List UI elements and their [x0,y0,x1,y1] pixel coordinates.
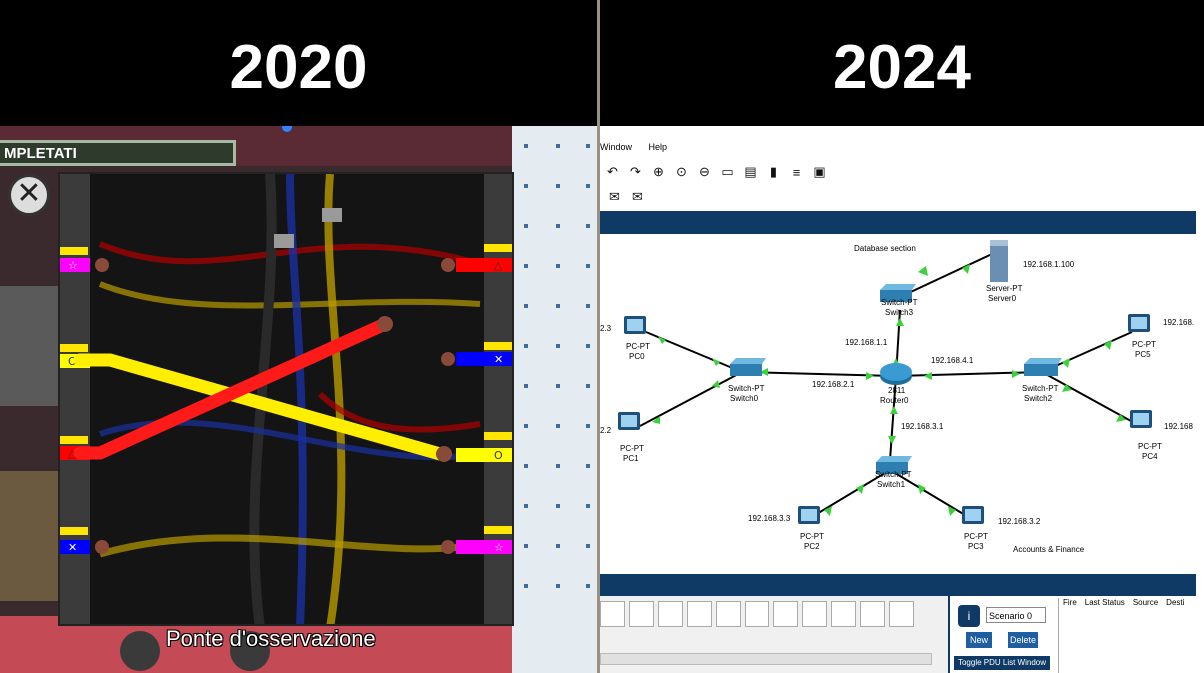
pc0-name-label: PC0 [629,352,645,361]
pc1-type-label: PC-PT [620,444,644,453]
menu-window[interactable]: Window [600,142,632,152]
new-scenario-button[interactable]: New [966,632,992,648]
ip-2-1-label: 192.168.2.1 [812,380,855,389]
switch3-name-label: Switch3 [885,308,914,317]
panel-2024: 2024 Window Help ↶ ↷ ⊕ ⊙ ⊖ ▭ ▤ ▮ ≡ ▣ ✉ ✉ [600,0,1204,673]
router-model-label: 2811 [888,386,906,395]
year-2024-heading: 2024 [600,0,1204,126]
secondary-toolbar: ✉ ✉ [606,188,646,205]
pc1-name-label: PC1 [623,454,639,463]
pc2-name-label: PC2 [804,542,820,551]
svg-text:O: O [494,449,503,462]
accounts-finance-label: Accounts & Finance [1013,545,1085,554]
simulation-panel: i Scenario 0 New Delete Toggle PDU List … [948,596,1196,673]
switch0-type-label: Switch-PT [728,384,765,393]
router-name-label: Router0 [880,396,909,405]
switch1-name-label: Switch1 [877,480,906,489]
network-workspace[interactable]: Database section Accounts & Finance 192.… [600,234,1196,564]
pc1-ip-label: 2.2 [600,426,612,435]
pc4-type-label: PC-PT [1138,442,1162,451]
svg-text:☆: ☆ [494,541,504,554]
switch2-name-label: Switch2 [1024,394,1053,403]
window-icon[interactable]: ▭ [719,164,736,181]
pc4-name-label: PC4 [1142,452,1158,461]
delete-scenario-button[interactable]: Delete [1008,632,1038,648]
server-name-label: Server0 [988,294,1017,303]
scenario-select[interactable]: Scenario 0 [986,607,1046,623]
server-type-label: Server-PT [986,284,1023,293]
straight-cable-icon[interactable] [657,601,683,627]
zoom-in-icon[interactable]: ⊕ [650,164,667,181]
palette-icon[interactable]: ≡ [788,164,805,181]
year-2020-heading: 2020 [0,0,597,126]
wire-board: ☆ O △ ✕ △ ✕ O ☆ [58,172,514,626]
svg-text:✕: ✕ [68,541,77,554]
header-fire: Fire [1063,598,1077,607]
pc5-name-label: PC5 [1135,350,1151,359]
bottom-panel: i Scenario 0 New Delete Toggle PDU List … [600,596,1196,673]
switch2-type-label: Switch-PT [1022,384,1059,393]
coax-cable-icon[interactable] [773,601,799,627]
pc4-ip-label: 192.168 [1164,422,1193,431]
pc3-type-label: PC-PT [964,532,988,541]
switch1-type-label: Switch-PT [875,470,912,479]
zoom-reset-icon[interactable]: ⊙ [673,164,690,181]
close-task-button[interactable]: ✕ [8,174,50,216]
pc5-ip-label: 192.168. [1163,318,1195,327]
mail-icon[interactable]: ✉ [606,188,623,205]
open-mail-icon[interactable]: ✉ [629,188,646,205]
list-icon[interactable]: ▤ [742,164,759,181]
console-cable-icon[interactable] [628,601,654,627]
panel-2020: 2020 MPLETATI ✕ ☆ O △ ✕ △ ✕ O ☆ Ponte d'… [0,0,597,673]
ip-1-1-label: 192.168.1.1 [845,338,888,347]
svg-text:✕: ✕ [494,353,503,366]
tasks-progress-bar: MPLETATI [0,140,236,166]
room-name-label: Ponte d'osservazione [166,626,376,651]
doc-icon[interactable]: ▮ [765,164,782,181]
connection-palette [600,601,914,629]
ip-3-1-label: 192.168.3.1 [901,422,944,431]
main-toolbar: ↶ ↷ ⊕ ⊙ ⊖ ▭ ▤ ▮ ≡ ▣ [604,160,828,184]
database-section-label: Database section [854,244,916,253]
svg-text:☆: ☆ [68,259,78,272]
image-icon[interactable]: ▣ [811,164,828,181]
pc2-type-label: PC-PT [800,532,824,541]
workspace-header-band [600,211,1196,234]
pc0-type-label: PC-PT [626,342,650,351]
pc0-ip-label: 2.3 [600,324,612,333]
iot-cable-icon[interactable] [889,601,914,627]
pc3-ip-label: 192.168.3.2 [998,517,1041,526]
auto-connect-icon[interactable] [600,601,625,627]
wire-board-art: ☆ O △ ✕ △ ✕ O ☆ [60,174,512,624]
palette-scrollbar[interactable] [600,653,932,665]
redo-icon[interactable]: ↷ [627,164,644,181]
header-source: Source [1132,598,1159,607]
serial-dce-icon[interactable] [802,601,828,627]
undo-icon[interactable]: ↶ [604,164,621,181]
octal-cable-icon[interactable] [860,601,886,627]
wiring-task-screen: MPLETATI ✕ ☆ O △ ✕ △ ✕ O ☆ Ponte d'osser… [0,126,597,673]
menu-bar: Window Help [600,142,681,152]
fiber-cable-icon[interactable] [715,601,741,627]
device-panel-band [600,574,1196,596]
info-icon[interactable]: i [958,605,980,627]
phone-cable-icon[interactable] [744,601,770,627]
zoom-out-icon[interactable]: ⊖ [696,164,713,181]
header-last-status: Last Status [1084,598,1125,607]
cross-cable-icon[interactable] [686,601,712,627]
menu-help[interactable]: Help [649,142,668,152]
pc5-type-label: PC-PT [1132,340,1156,349]
header-destination: Desti [1166,598,1185,607]
switch0-name-label: Switch0 [730,394,759,403]
pc3-name-label: PC3 [968,542,984,551]
switch3-type-label: Switch-PT [881,298,918,307]
toggle-pdu-list-button[interactable]: Toggle PDU List Window [954,656,1050,670]
server-ip-label: 192.168.1.100 [1023,260,1075,269]
packet-tracer-window: Window Help ↶ ↷ ⊕ ⊙ ⊖ ▭ ▤ ▮ ≡ ▣ ✉ ✉ Data… [600,126,1196,673]
serial-dte-icon[interactable] [831,601,857,627]
pdu-table-headers: Fire Last Status Source Desti [1058,598,1196,673]
pc2-ip-label: 192.168.3.3 [748,514,791,523]
ip-4-1-label: 192.168.4.1 [931,356,974,365]
svg-text:△: △ [494,259,503,272]
